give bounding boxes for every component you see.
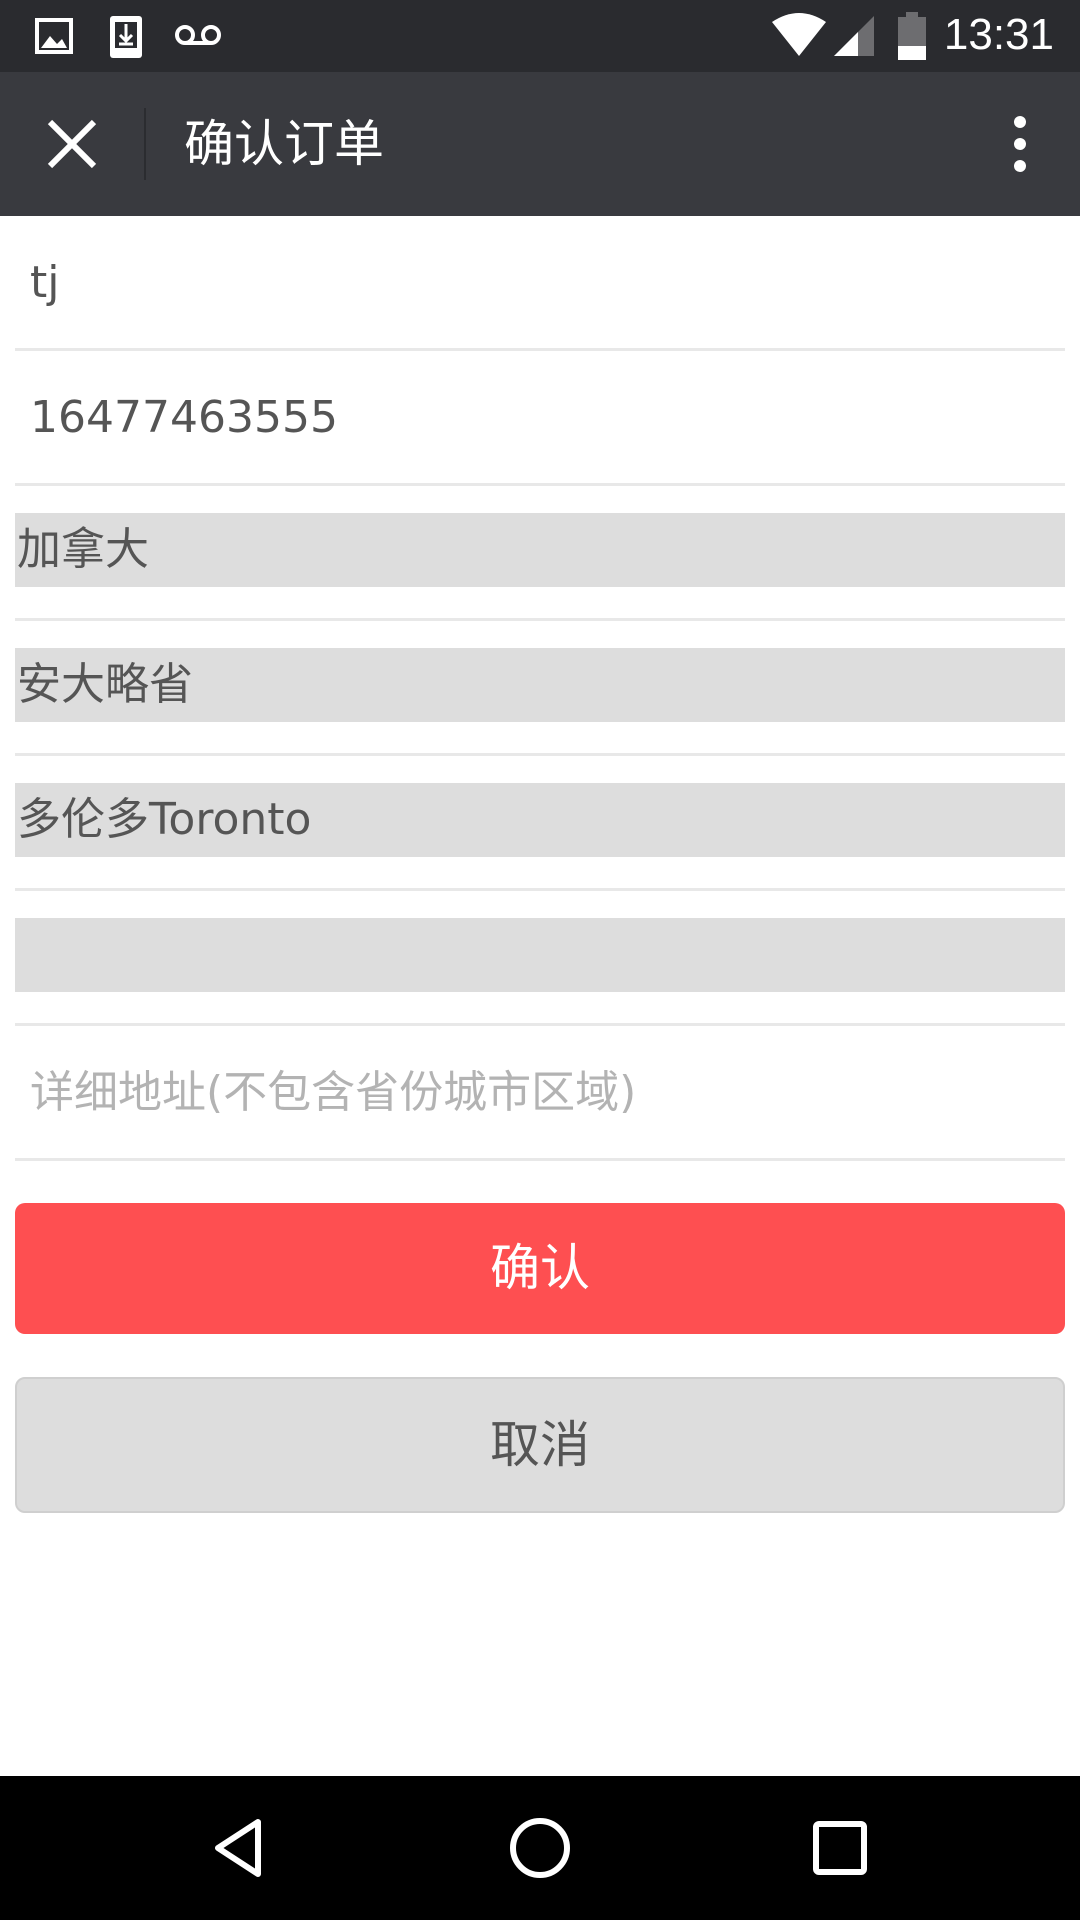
back-nav-button[interactable] (204, 1812, 276, 1884)
home-circle-icon (510, 1818, 570, 1878)
image-icon (35, 18, 73, 54)
province-select[interactable]: 安大略省 (15, 648, 1065, 722)
city-field-row: 多伦多Toronto (15, 756, 1065, 891)
app-bar-divider (144, 108, 146, 180)
recents-nav-button[interactable] (804, 1812, 876, 1884)
name-input[interactable] (30, 249, 1030, 315)
status-time: 13:31 (943, 10, 1054, 59)
phone-input[interactable] (30, 384, 1030, 450)
download-icon (110, 16, 142, 58)
district-select[interactable] (15, 918, 1065, 992)
system-nav-bar (0, 1776, 1080, 1920)
wifi-icon (772, 13, 826, 56)
cancel-button[interactable]: 取消 (15, 1377, 1065, 1513)
battery-icon (898, 12, 926, 60)
close-button[interactable] (30, 114, 114, 174)
order-form: 加拿大 安大略省 多伦多Toronto (15, 216, 1065, 1161)
recents-square-icon (813, 1821, 867, 1875)
page-title: 确认订单 (184, 115, 384, 173)
name-field-row (15, 216, 1065, 351)
home-nav-button[interactable] (504, 1812, 576, 1884)
back-triangle-icon (215, 1819, 261, 1877)
address-input[interactable] (30, 1059, 1030, 1125)
signal-icon (834, 16, 874, 56)
city-select[interactable]: 多伦多Toronto (15, 783, 1065, 857)
app-bar: 确认订单 (0, 72, 1080, 216)
more-vert-icon (1014, 116, 1026, 172)
phone-field-row (15, 351, 1065, 486)
confirm-button[interactable]: 确认 (15, 1203, 1065, 1334)
district-field-row (15, 891, 1065, 1026)
status-bar: 13:31 (0, 0, 1080, 72)
address-field-row (15, 1026, 1065, 1161)
country-field-row: 加拿大 (15, 486, 1065, 621)
close-icon (47, 119, 97, 169)
more-menu-button[interactable] (990, 108, 1050, 180)
voicemail-icon (175, 25, 221, 45)
province-field-row: 安大略省 (15, 621, 1065, 756)
country-select[interactable]: 加拿大 (15, 513, 1065, 587)
